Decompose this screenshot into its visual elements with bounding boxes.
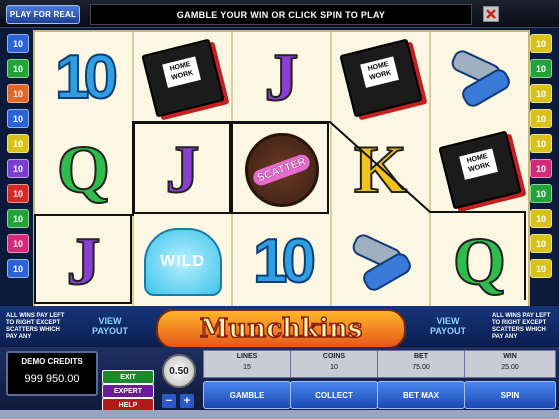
exit-button[interactable]: EXIT — [102, 370, 154, 384]
coins-value: 10 — [330, 364, 338, 371]
win-display: WIN 25.00 — [464, 350, 556, 378]
coin-value: 0.50 — [162, 354, 196, 388]
bet-value: 75.00 — [412, 364, 430, 371]
coin-decrease-button[interactable]: − — [162, 394, 176, 408]
coins-label: COINS — [322, 353, 346, 360]
bet-max-button[interactable]: BET MAX — [377, 381, 465, 409]
win-rule-text-right: ALL WINS PAY LEFT TO RIGHT EXCEPT SCATTE… — [492, 313, 551, 340]
win-value: 25.00 — [501, 364, 519, 371]
lines-label: LINES — [236, 353, 258, 360]
view-payout-left-button[interactable]: VIEW PAYOUT — [86, 316, 134, 338]
expert-button[interactable]: EXPERT — [102, 384, 154, 398]
view-payout-right-button[interactable]: VIEW PAYOUT — [424, 316, 472, 338]
munchkins-logo: Munchkins — [156, 309, 406, 349]
bet-label: BET — [414, 353, 428, 360]
credits-display: DEMO CREDITS 999 950.00 — [6, 351, 98, 396]
win-label: WIN — [503, 353, 517, 360]
gamble-button[interactable]: GAMBLE — [203, 381, 291, 409]
collect-button[interactable]: COLLECT — [290, 381, 378, 409]
credits-label: DEMO CREDITS — [21, 357, 83, 366]
spin-button[interactable]: SPIN — [464, 381, 556, 409]
credits-value: 999 950.00 — [24, 373, 80, 385]
lines-display: LINES 15 — [203, 350, 291, 378]
bottom-strip — [0, 410, 559, 419]
win-rule-text-left: ALL WINS PAY LEFT TO RIGHT EXCEPT SCATTE… — [6, 313, 65, 340]
lines-value: 15 — [243, 364, 251, 371]
coin-increase-button[interactable]: + — [180, 394, 194, 408]
coins-display: COINS 10 — [290, 350, 378, 378]
bet-display: BET 75.00 — [377, 350, 465, 378]
